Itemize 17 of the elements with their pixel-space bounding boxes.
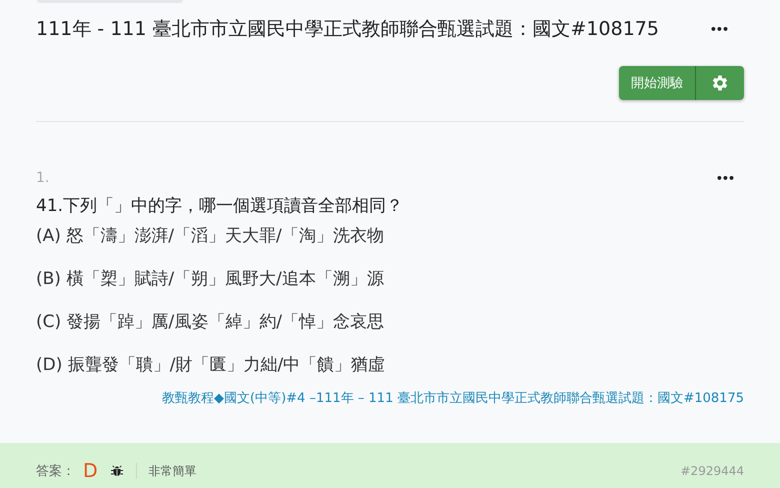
answer-option: (B) 橫「槊」賦詩/「朔」風野大/追本「溯」源: [36, 265, 744, 294]
difficulty-label: 非常簡單: [148, 462, 197, 480]
more-button[interactable]: •••: [716, 172, 744, 184]
answer-option: (A) 怒「濤」澎湃/「滔」天大罪/「淘」洗衣物: [36, 222, 744, 251]
more-button[interactable]: •••: [710, 22, 744, 36]
answer-option: (C) 發揚「踔」厲/風姿「綽」約/「悼」念哀思: [36, 308, 744, 337]
settings-icon: [710, 73, 730, 93]
question-id: #2929444: [680, 464, 744, 478]
bug-icon[interactable]: [110, 464, 124, 478]
answer-label: 答案：: [36, 463, 75, 480]
answer-value: D: [83, 460, 98, 482]
exam-title: 111年 - 111 臺北市市立國民中學正式教師聯合甄選試題：國文#108175: [36, 17, 659, 42]
settings-button[interactable]: [696, 66, 744, 100]
source-link[interactable]: 教甄教程◆國文(中等)#4 –111年 – 111 臺北市市立國民中學正式教師聯合甄選試題：國文#108175: [162, 389, 744, 407]
answer-option: (D) 振聾發「聵」/財「匱」力絀/中「饋」猶虛: [36, 351, 744, 380]
question-number: 1.: [36, 170, 50, 186]
question-text: 41.下列「」中的字，哪一個選項讀音全部相同？: [36, 195, 404, 217]
